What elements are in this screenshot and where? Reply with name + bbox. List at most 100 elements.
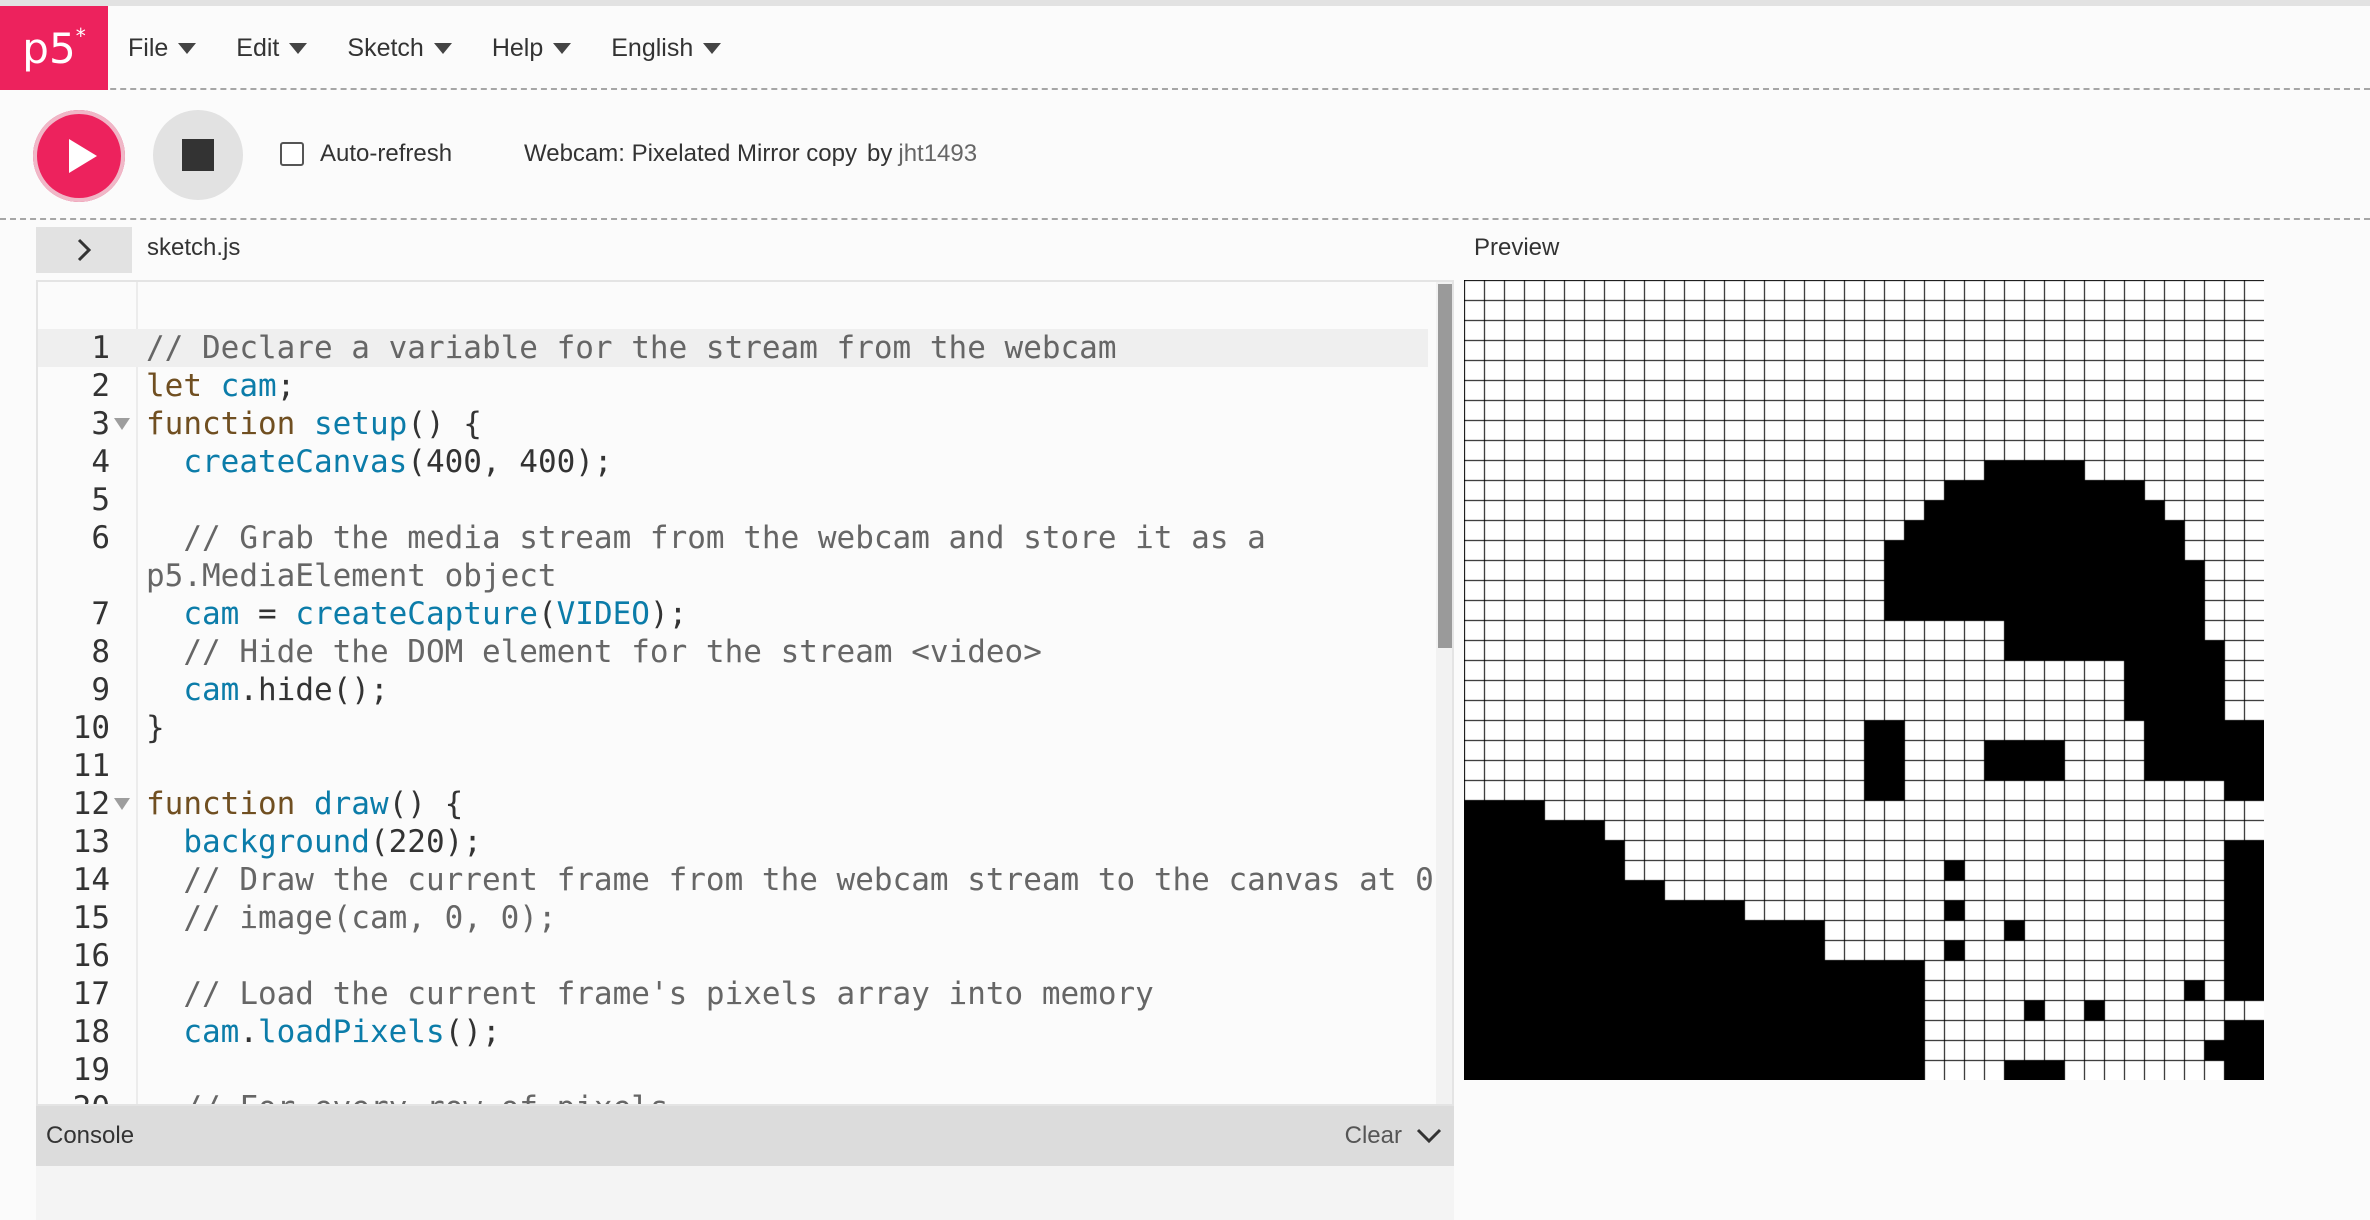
menu-file[interactable]: File [128, 33, 197, 63]
project-title: Webcam: Pixelated Mirror copy by jht1493 [524, 140, 977, 168]
menu-help[interactable]: Help [491, 33, 572, 63]
line-number: 16 [72, 938, 110, 974]
code-line[interactable]: 6 // Grab the media stream from the webc… [38, 519, 1428, 557]
code-line[interactable]: 16 [38, 937, 1428, 975]
code-line[interactable]: 9 cam.hide(); [38, 671, 1428, 709]
menu-edit[interactable]: Edit [236, 33, 308, 63]
line-number: 7 [91, 596, 110, 632]
project-name[interactable]: Webcam: Pixelated Mirror copy [524, 140, 857, 167]
line-number: 2 [91, 368, 110, 404]
code-line[interactable]: 11 [38, 747, 1428, 785]
menu-file-label: File [128, 33, 169, 62]
preview-title: Preview [1474, 234, 1560, 261]
stop-icon [182, 139, 214, 171]
code-line[interactable]: 19 [38, 1051, 1428, 1089]
play-icon [69, 139, 97, 173]
preview-canvas[interactable] [1464, 280, 2264, 1080]
code-line[interactable]: 17 // Load the current frame's pixels ar… [38, 975, 1428, 1013]
code-line[interactable]: 10} [38, 709, 1428, 747]
line-number: 15 [72, 900, 110, 936]
console-header: Console Clear [36, 1106, 1454, 1166]
auto-refresh-checkbox[interactable] [280, 142, 304, 166]
code-text: // For every row of pixels [146, 1089, 668, 1104]
project-owner-link[interactable]: jht1493 [898, 140, 977, 167]
menu-language-label: English [611, 33, 694, 62]
main-menu: File Edit Sketch Help English [128, 6, 761, 90]
line-number: 11 [72, 748, 110, 784]
console-title: Console [46, 1122, 135, 1149]
code-text: // Grab the media stream from the webcam… [183, 520, 1266, 556]
auto-refresh: Auto-refresh [280, 140, 452, 168]
caret-down-icon [703, 42, 722, 54]
expand-sidebar-button[interactable] [36, 227, 132, 273]
code-text: // Declare a variable for the stream fro… [146, 330, 1117, 366]
code-text: cam.loadPixels(); [183, 1014, 501, 1050]
menu-edit-label: Edit [236, 33, 280, 62]
code-line[interactable]: p5.MediaElement object [38, 557, 1428, 595]
code-text: } [146, 710, 165, 746]
code-line[interactable]: 20 // For every row of pixels [38, 1089, 1428, 1104]
logo-asterisk: * [75, 24, 86, 48]
top-nav: p5 * File Edit Sketch Help English [0, 6, 2370, 90]
code-line[interactable]: 8 // Hide the DOM element for the stream… [38, 633, 1428, 671]
code-line[interactable]: 12 function draw() { [38, 785, 1428, 823]
code-line[interactable]: 7 cam = createCapture(VIDEO); [38, 595, 1428, 633]
code-editor[interactable]: 1 // Declare a variable for the stream fr… [36, 280, 1454, 1106]
menu-language[interactable]: English [611, 33, 722, 63]
line-number: 17 [72, 976, 110, 1012]
code-line[interactable]: 4 createCanvas(400, 400); [38, 443, 1428, 481]
code-line[interactable]: 2 let cam; [38, 367, 1428, 405]
line-number: 3 [91, 406, 110, 442]
code-line[interactable]: 14 // Draw the current frame from the we… [38, 861, 1452, 899]
code-line[interactable]: 13 background(220); [38, 823, 1428, 861]
caret-down-icon [553, 42, 572, 54]
code-text: // Load the current frame's pixels array… [183, 976, 1154, 1012]
code-line[interactable]: 5 [38, 481, 1428, 519]
editor-scrollbar[interactable] [1436, 282, 1452, 1104]
chevron-right-icon [77, 238, 92, 262]
code-text: // image(cam, 0, 0); [183, 900, 557, 936]
menu-help-label: Help [491, 33, 544, 62]
editor-scroll-thumb[interactable] [1438, 284, 1452, 648]
code-line[interactable]: 15 // image(cam, 0, 0); [38, 899, 1428, 937]
code-line[interactable]: 1 // Declare a variable for the stream fr… [38, 329, 1428, 367]
code-text: // Draw the current frame from the webca… [183, 862, 1454, 898]
line-number: 10 [72, 710, 110, 746]
menu-sketch[interactable]: Sketch [347, 33, 452, 63]
code-text: p5.MediaElement object [146, 558, 557, 594]
code-area[interactable]: 1 // Declare a variable for the stream fr… [38, 329, 1452, 1104]
code-text: cam.hide(); [183, 672, 389, 708]
code-text: function setup() { [146, 406, 482, 442]
fold-arrow-icon[interactable] [114, 798, 130, 810]
console-clear-button[interactable]: Clear [1345, 1122, 1402, 1150]
code-text: background(220); [183, 824, 482, 860]
file-name: sketch.js [147, 234, 241, 261]
fold-arrow-icon[interactable] [114, 418, 130, 430]
line-number: 6 [91, 520, 110, 556]
code-line[interactable]: 3 function setup() { [38, 405, 1428, 443]
code-text: let cam; [146, 368, 296, 404]
caret-down-icon [433, 42, 452, 54]
code-text: function draw() { [146, 786, 464, 822]
code-line[interactable]: 18 cam.loadPixels(); [38, 1013, 1428, 1051]
auto-refresh-label: Auto-refresh [320, 140, 453, 167]
chevron-down-icon[interactable] [1414, 1121, 1444, 1151]
stop-button[interactable] [153, 110, 243, 200]
console-panel: Console Clear [36, 1106, 1454, 1220]
by-label: by [867, 140, 893, 167]
line-number: 20 [38, 1089, 110, 1104]
logo-text: p5 [22, 23, 76, 73]
line-number: 19 [72, 1052, 110, 1088]
line-number: 12 [72, 786, 110, 822]
line-number: 1 [91, 330, 110, 366]
p5-logo[interactable]: p5 * [0, 6, 108, 90]
play-button[interactable] [33, 110, 125, 202]
line-number: 4 [91, 444, 110, 480]
code-text: cam = createCapture(VIDEO); [183, 596, 688, 632]
toolbar: Auto-refresh Webcam: Pixelated Mirror co… [0, 92, 2370, 220]
code-text: // Hide the DOM element for the stream <… [183, 634, 1042, 670]
line-number: 18 [72, 1014, 110, 1050]
caret-down-icon [289, 42, 308, 54]
menu-sketch-label: Sketch [347, 33, 424, 62]
line-number: 9 [91, 672, 110, 708]
